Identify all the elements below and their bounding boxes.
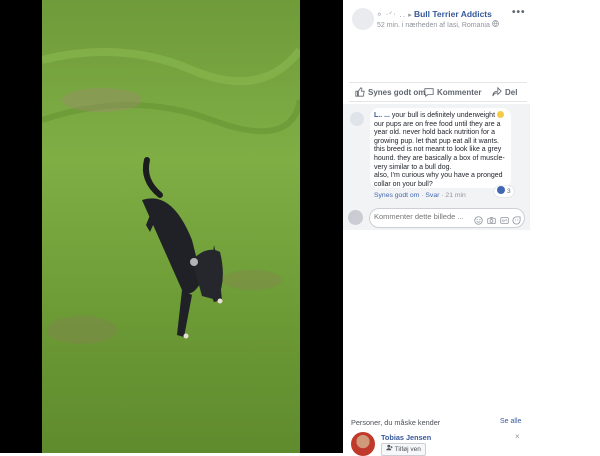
suggested-person-avatar[interactable]	[351, 432, 375, 456]
add-friend-label: Tilføj ven	[394, 446, 421, 453]
suggested-person-name[interactable]: Tobias Jensen	[381, 433, 431, 442]
camera-icon[interactable]	[487, 212, 496, 225]
current-user-avatar	[348, 210, 363, 225]
share-arrow-icon	[492, 86, 505, 97]
reaction-count-badge[interactable]: 3	[494, 186, 514, 197]
share-button[interactable]: Del	[492, 86, 518, 97]
sticker-icon[interactable]	[512, 212, 521, 225]
pymk-title: Personer, du måske kender	[351, 418, 441, 427]
comment-button[interactable]: Kommenter	[424, 87, 481, 97]
post-meta: 52 min. i nærheden af Iasi, Romania	[377, 20, 499, 29]
emoji-icon[interactable]	[474, 212, 483, 225]
globe-icon	[491, 20, 499, 29]
post-action-bar: Synes godt om Kommenter Del	[349, 82, 527, 102]
like-reaction-icon	[497, 186, 505, 194]
post-time-location[interactable]: 52 min. i nærheden af Iasi, Romania	[377, 22, 490, 29]
more-options-icon[interactable]: •••	[512, 7, 526, 18]
reaction-count: 3	[507, 188, 511, 195]
gif-icon[interactable]	[500, 212, 509, 224]
close-icon[interactable]: ×	[515, 432, 520, 441]
share-label: Del	[505, 88, 518, 97]
comment-label: Kommenter	[437, 88, 482, 97]
like-button[interactable]: Synes godt om	[355, 87, 425, 97]
breadcrumb-separator-icon: ▸	[408, 12, 412, 19]
poster-name[interactable]: ⸰ ᐧᐟᐧ ..	[377, 10, 406, 19]
photo-viewer	[0, 0, 343, 453]
post-header: ⸰ ᐧᐟᐧ .. ▸ Bull Terrier Addicts	[377, 9, 492, 20]
thumbs-up-icon	[355, 87, 368, 97]
comment-time[interactable]: 21 min	[445, 192, 465, 199]
comment-author[interactable]: L.. ...	[374, 112, 390, 119]
dog-on-grass-illustration	[42, 47, 300, 344]
page-gutter	[530, 0, 600, 453]
comment-text-part-2: our pups are on free food until they are…	[374, 120, 505, 171]
comment-input[interactable]	[374, 212, 464, 221]
comment-body: L.. ... your bull is definitely underwei…	[374, 111, 510, 189]
comment-text-part-3: also, I'm curious why you have a pronged…	[374, 172, 503, 188]
comment-text-part-1: your bull is definitely underweight	[389, 112, 497, 119]
see-all-link[interactable]: Se alle	[500, 418, 521, 425]
emoji-face-icon	[496, 111, 504, 118]
like-label: Synes godt om	[368, 88, 426, 97]
add-friend-button[interactable]: Tilføj ven	[381, 443, 426, 456]
commenter-avatar[interactable]	[350, 112, 364, 126]
group-name-link[interactable]: Bull Terrier Addicts	[414, 9, 492, 19]
comment-like-link[interactable]: Synes godt om	[374, 192, 419, 199]
post-photo[interactable]	[42, 0, 300, 453]
comment-bubble-icon	[424, 88, 437, 97]
comment-reply-link[interactable]: Svar	[425, 192, 439, 199]
add-friend-icon	[386, 444, 393, 453]
poster-avatar[interactable]	[352, 8, 374, 30]
comment-footer: Synes godt om · Svar · 21 min	[374, 192, 466, 199]
